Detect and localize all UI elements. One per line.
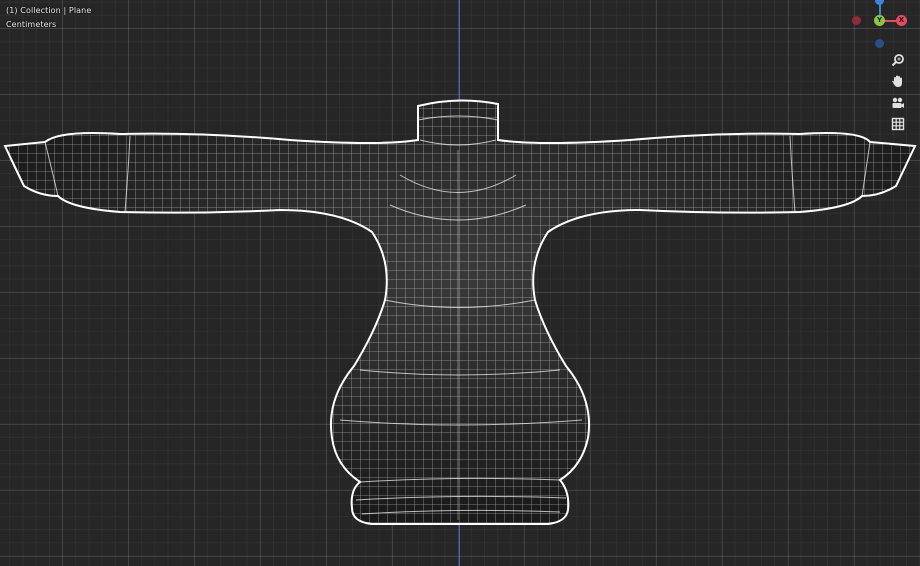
mesh-body — [3, 99, 917, 525]
x-axis-handle[interactable]: X — [896, 15, 907, 26]
sweater-mesh[interactable] — [0, 0, 920, 566]
hand-icon[interactable] — [888, 71, 908, 91]
3d-viewport[interactable]: (1) Collection | Plane Centimeters Y X — [0, 0, 920, 566]
z-negative-handle[interactable] — [875, 39, 884, 48]
grid-icon[interactable] — [888, 114, 908, 134]
collection-label: (1) Collection | Plane — [6, 6, 92, 15]
x-negative-handle[interactable] — [852, 16, 861, 25]
magnifier-icon[interactable] — [888, 50, 908, 70]
units-label: Centimeters — [6, 20, 57, 29]
y-axis-handle[interactable]: Y — [874, 15, 885, 26]
camera-icon[interactable] — [888, 93, 908, 113]
